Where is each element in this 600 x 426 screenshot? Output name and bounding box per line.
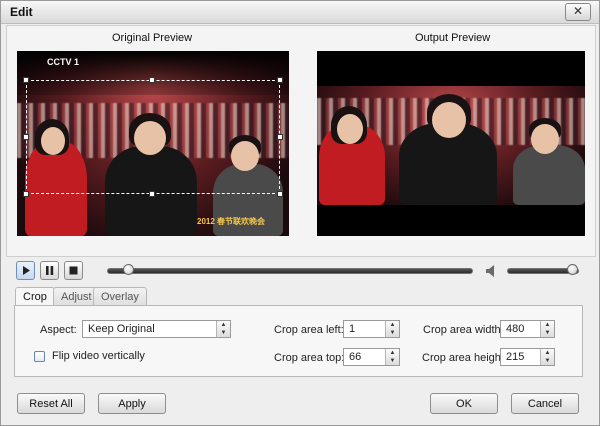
crop-height-spinner[interactable]: 215 ▲ ▼ bbox=[500, 348, 555, 366]
window-title: Edit bbox=[10, 5, 33, 19]
title-bar: Edit ✕ bbox=[1, 1, 599, 24]
pause-button[interactable] bbox=[40, 261, 59, 280]
channel-logo: CCTV 1 bbox=[47, 57, 80, 67]
crop-tab-panel: Aspect: Keep Original ▲ ▼ Flip video vert… bbox=[14, 305, 583, 377]
crop-top-spinner[interactable]: 66 ▲ ▼ bbox=[343, 348, 400, 366]
original-preview: CCTV 1 2012 春节联欢晚会 bbox=[17, 51, 289, 236]
tab-overlay[interactable]: Overlay bbox=[93, 287, 147, 306]
volume-slider-thumb[interactable] bbox=[567, 264, 578, 275]
close-button[interactable]: ✕ bbox=[565, 3, 591, 21]
crop-top-label: Crop area top: bbox=[274, 352, 345, 364]
seek-slider-thumb[interactable] bbox=[123, 264, 134, 275]
aspect-select[interactable]: Keep Original ▲ ▼ bbox=[82, 320, 231, 338]
crop-handle-bottom[interactable] bbox=[149, 191, 155, 197]
stop-button[interactable] bbox=[64, 261, 83, 280]
spinner-arrows-icon[interactable]: ▲ ▼ bbox=[385, 349, 399, 365]
output-video-frame bbox=[317, 86, 585, 205]
speaker-icon bbox=[486, 265, 494, 277]
crop-left-value: 1 bbox=[349, 323, 356, 335]
cancel-button[interactable]: Cancel bbox=[511, 393, 579, 414]
crop-handle-top-right[interactable] bbox=[277, 77, 283, 83]
aspect-value: Keep Original bbox=[88, 323, 155, 335]
output-preview bbox=[317, 51, 585, 236]
stop-icon bbox=[69, 266, 78, 275]
original-preview-label: Original Preview bbox=[112, 32, 193, 44]
crop-height-value: 215 bbox=[506, 351, 525, 363]
spinner-arrows-icon[interactable]: ▲ ▼ bbox=[540, 349, 554, 365]
reset-all-button[interactable]: Reset All bbox=[17, 393, 85, 414]
crop-top-value: 66 bbox=[349, 351, 362, 363]
show-logo: 2012 春节联欢晚会 bbox=[197, 217, 266, 226]
seek-track[interactable] bbox=[107, 268, 473, 274]
spinner-arrows-icon[interactable]: ▲ ▼ bbox=[385, 321, 399, 337]
edit-dialog: Edit ✕ Original Preview Output Preview C… bbox=[0, 0, 600, 426]
flip-vertical-checkbox[interactable] bbox=[34, 351, 45, 362]
play-button[interactable] bbox=[16, 261, 35, 280]
crop-width-label: Crop area width: bbox=[423, 324, 504, 336]
ok-button[interactable]: OK bbox=[430, 393, 498, 414]
crop-handle-top[interactable] bbox=[149, 77, 155, 83]
crop-handle-bottom-left[interactable] bbox=[23, 191, 29, 197]
play-icon bbox=[23, 266, 30, 275]
playback-controls bbox=[1, 259, 599, 283]
pause-icon bbox=[46, 266, 54, 275]
crop-left-spinner[interactable]: 1 ▲ ▼ bbox=[343, 320, 400, 338]
output-preview-label: Output Preview bbox=[415, 32, 491, 44]
close-icon: ✕ bbox=[572, 4, 584, 18]
tab-crop[interactable]: Crop bbox=[15, 287, 55, 307]
crop-width-spinner[interactable]: 480 ▲ ▼ bbox=[500, 320, 555, 338]
crop-area[interactable] bbox=[23, 77, 283, 197]
chevron-up-down-icon: ▲ ▼ bbox=[216, 321, 230, 337]
flip-vertical-label: Flip video vertically bbox=[52, 350, 145, 362]
apply-button[interactable]: Apply bbox=[98, 393, 166, 414]
preview-panel: Original Preview Output Preview CCTV 1 2… bbox=[6, 25, 596, 257]
crop-left-label: Crop area left: bbox=[274, 324, 344, 336]
crop-handle-top-left[interactable] bbox=[23, 77, 29, 83]
crop-height-label: Crop area height: bbox=[422, 352, 507, 364]
crop-width-value: 480 bbox=[506, 323, 525, 335]
crop-handle-bottom-right[interactable] bbox=[277, 191, 283, 197]
spinner-arrows-icon[interactable]: ▲ ▼ bbox=[540, 321, 554, 337]
crop-handle-right[interactable] bbox=[277, 134, 283, 140]
aspect-label: Aspect: bbox=[40, 324, 77, 336]
crop-handle-left[interactable] bbox=[23, 134, 29, 140]
